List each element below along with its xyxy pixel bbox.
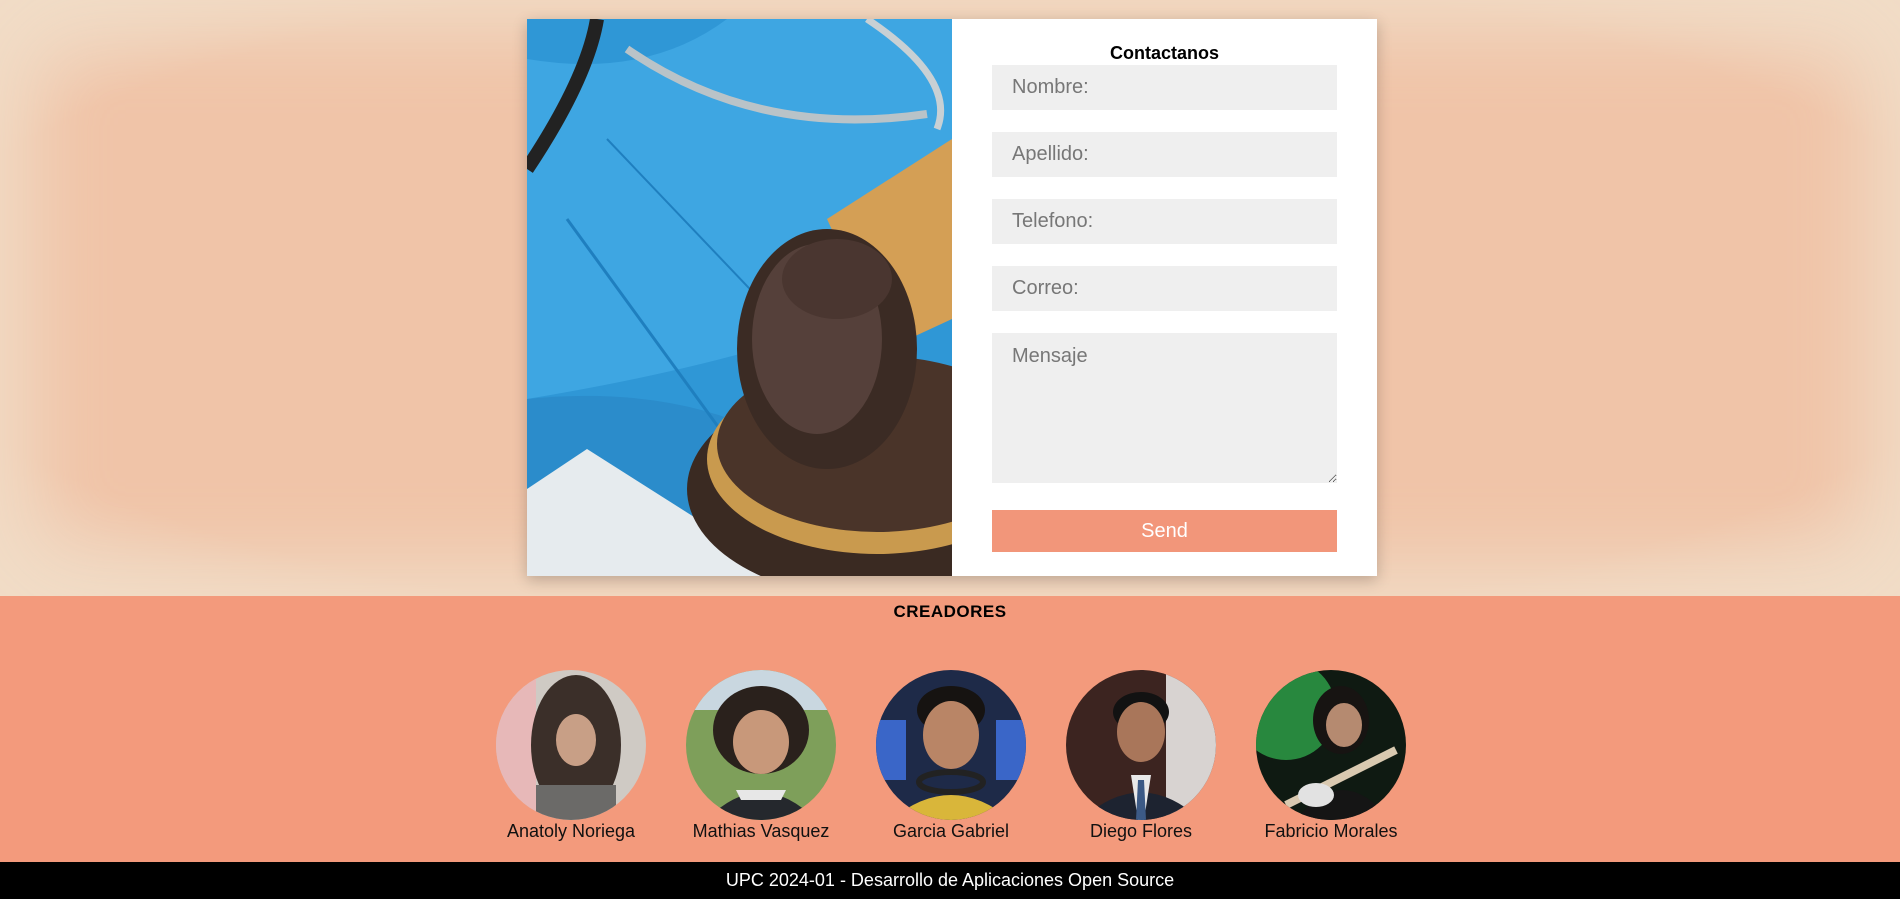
creators-title: CREADORES [893,602,1007,621]
send-button[interactable]: Send [992,510,1337,552]
creator-card: Garcia Gabriel [856,670,1046,842]
avatar [686,670,836,820]
creator-card: Mathias Vasquez [666,670,856,842]
creator-name: Mathias Vasquez [692,821,830,841]
avatar [1256,670,1406,820]
form-title: Contactanos [1109,43,1219,63]
nombre-field[interactable] [992,65,1337,110]
telefono-field[interactable] [992,199,1337,244]
creators-section: CREADORES Anatoly Noriega Mathias Vasque… [0,596,1900,862]
contact-form: Contactanos Send [952,19,1377,576]
creator-name: Garcia Gabriel [892,821,1010,841]
avatar [1066,670,1216,820]
creator-card: Fabricio Morales [1236,670,1426,842]
footer: UPC 2024-01 - Desarrollo de Aplicaciones… [0,862,1900,899]
avatar [496,670,646,820]
creator-name: Diego Flores [1089,821,1193,841]
avatar [876,670,1026,820]
apellido-field[interactable] [992,132,1337,177]
contact-section: Contactanos Send [0,0,1900,596]
mensaje-field[interactable] [992,333,1337,483]
creator-card: Anatoly Noriega [476,670,666,842]
creator-name: Fabricio Morales [1264,821,1398,841]
correo-field[interactable] [992,266,1337,311]
creator-card: Diego Flores [1046,670,1236,842]
contact-photo [527,19,952,576]
contact-card: Contactanos Send [527,19,1377,576]
creator-name: Anatoly Noriega [506,821,636,841]
